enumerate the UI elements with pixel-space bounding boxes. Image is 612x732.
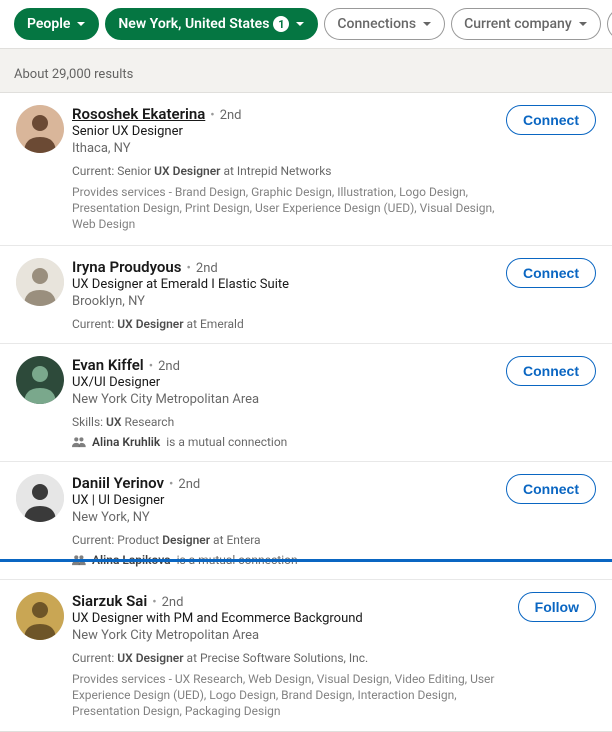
avatar[interactable] (16, 105, 64, 153)
snippet-match: UX Designer (117, 651, 183, 665)
headline: UX/UI Designer (72, 375, 506, 390)
headline: Senior UX Designer (72, 124, 506, 139)
filter-label: Current company (464, 16, 572, 32)
location: Ithaca, NY (72, 141, 506, 156)
connect-button[interactable]: Connect (506, 258, 596, 288)
result-row: Iryna Proudyous•2ndUX Designer at Emeral… (0, 246, 612, 344)
snippet-label: Current: (72, 164, 117, 178)
person-name-link[interactable]: Rososhek Ekaterina (72, 105, 205, 123)
current-position-snippet: Current: UX Designer at Precise Software… (72, 651, 506, 665)
connect-button[interactable]: Connect (506, 474, 596, 504)
snippet-pre: Product (117, 533, 162, 547)
filter-label: Connections (337, 16, 416, 32)
location: New York City Metropolitan Area (72, 628, 506, 643)
avatar[interactable] (16, 258, 64, 306)
person-name-link[interactable]: Evan Kiffel (72, 356, 144, 374)
snippet-match: UX Designer (154, 164, 220, 178)
snippet-label: Current: (72, 533, 117, 547)
avatar[interactable] (16, 474, 64, 522)
avatar[interactable] (16, 356, 64, 404)
snippet-pre: Senior (117, 164, 154, 178)
avatar[interactable] (16, 592, 64, 640)
results-summary: About 29,000 results (0, 49, 612, 92)
connect-button[interactable]: Connect (506, 356, 596, 386)
degree-separator: • (169, 477, 173, 492)
result-row: Evan Kiffel • 2ndUX/UI Designer New York Ci… (0, 344, 612, 462)
filter-bar: People New York, United States 1 Connect… (0, 0, 612, 49)
headline: UX Designer at Emerald I Elastic Suite (72, 277, 506, 292)
snippet-post: at Intrepid Networks (221, 164, 332, 178)
snippet-post: at Emerald (184, 317, 244, 331)
mutual-name: Alina Kruhlik (92, 435, 160, 449)
headline: UX Designer with PM and Ecommerce Backgr… (72, 611, 506, 626)
filter-current-company[interactable]: Current company (451, 8, 601, 40)
connection-degree: 2nd (162, 595, 184, 610)
filter-count-badge: 1 (273, 16, 289, 32)
current-position-snippet: Current: UX Designer at Emerald (72, 317, 506, 331)
location: New York City Metropolitan Area (72, 392, 506, 407)
chevron-down-icon (578, 19, 588, 29)
snippet-label: Skills: (72, 415, 106, 429)
snippet-match: UX Designer (117, 317, 183, 331)
filter-people[interactable]: People (14, 8, 99, 40)
snippet-match: UX (106, 415, 121, 429)
location: New York, NY (72, 510, 506, 525)
filter-connections[interactable]: Connections (324, 8, 445, 40)
chevron-down-icon (295, 19, 305, 29)
mutual-connection: Alina Kruhlik is a mutual connection (72, 435, 506, 449)
degree-separator: • (210, 108, 214, 123)
people-icon (72, 436, 86, 448)
filter-label: People (27, 16, 70, 32)
snippet-post: at Entera (210, 533, 261, 547)
snippet-label: Current: (72, 651, 117, 665)
connection-degree: 2nd (178, 477, 200, 492)
person-name-link[interactable]: Daniil Yerinov (72, 474, 164, 492)
snippet-post: Research (122, 415, 175, 429)
headline: UX | UI Designer (72, 493, 506, 508)
filter-location[interactable]: New York, United States 1 (105, 8, 318, 40)
mutual-suffix: is a mutual connection (166, 435, 287, 449)
connection-degree: 2nd (220, 108, 242, 123)
results-list: Rososhek Ekaterina•2ndSenior UX Designer… (0, 92, 612, 732)
skills-snippet: Skills: UX Research (72, 415, 506, 429)
person-name-link[interactable]: Iryna Proudyous (72, 258, 182, 276)
filter-all-filters[interactable]: All filters (607, 8, 612, 40)
chevron-down-icon (422, 19, 432, 29)
follow-button[interactable]: Follow (518, 592, 596, 622)
filter-label: New York, United States (118, 16, 269, 32)
connection-degree: 2nd (158, 359, 180, 374)
connection-degree: 2nd (196, 261, 218, 276)
current-position-snippet: Current: Senior UX Designer at Intrepid … (72, 164, 506, 178)
snippet-match: Designer (162, 533, 210, 547)
degree-separator: • (187, 261, 191, 276)
chevron-down-icon (76, 19, 86, 29)
services-summary: Provides services - UX Research, Web Des… (72, 671, 506, 720)
snippet-post: at Precise Software Solutions, Inc. (184, 651, 369, 665)
result-row: Rososhek Ekaterina•2ndSenior UX Designer… (0, 93, 612, 246)
connect-button[interactable]: Connect (506, 105, 596, 135)
person-name-link[interactable]: Siarzuk Sai (72, 592, 147, 610)
degree-separator: • (149, 359, 153, 374)
current-position-snippet: Current: Product Designer at Entera (72, 533, 506, 547)
degree-separator: • (152, 595, 156, 610)
location: Brooklyn, NY (72, 294, 506, 309)
snippet-label: Current: (72, 317, 117, 331)
result-row: Siarzuk Sai • 2ndUX Designer with PM and E… (0, 580, 612, 732)
services-summary: Provides services - Brand Design, Graphi… (72, 184, 506, 233)
result-info: Siarzuk Sai • 2ndUX Designer with PM and E… (72, 592, 596, 720)
